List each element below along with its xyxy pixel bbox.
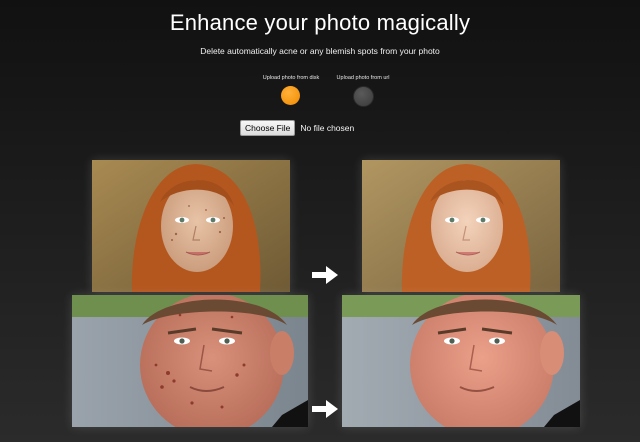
file-status-text: No file chosen [300,122,355,133]
file-input[interactable]: Choose File No file chosen [240,119,355,136]
arrow-right-icon [312,266,338,284]
page-subtitle: Delete automatically acne or any blemish… [200,46,440,56]
choose-file-button[interactable]: Choose File [240,119,296,136]
man-after-photo [342,295,580,427]
arrow-right-icon [312,400,338,418]
man-before-photo [72,295,308,427]
upload-url-label: Upload photo from url [336,75,390,81]
upload-disk-radio[interactable] [281,86,300,105]
woman-before-photo [92,160,290,292]
page-title: Enhance your photo magically [169,10,471,35]
upload-url-radio[interactable] [353,86,374,107]
woman-after-photo [362,160,560,292]
